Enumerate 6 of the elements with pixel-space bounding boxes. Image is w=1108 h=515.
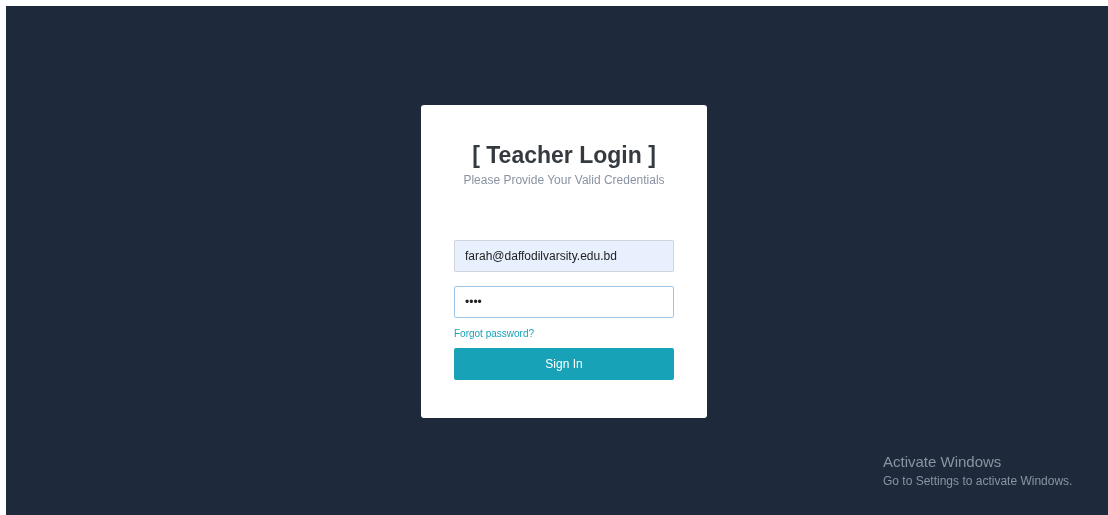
login-title: [ Teacher Login ] [471,141,657,169]
login-subtitle: Please Provide Your Valid Credentials [462,172,666,189]
activation-message: Go to Settings to activate Windows. [883,473,1073,489]
email-field[interactable]: farah@daffodilvarsity.edu.bd [454,240,674,272]
activation-title: Activate Windows [883,453,1003,471]
password-field[interactable]: •••• [454,286,674,318]
